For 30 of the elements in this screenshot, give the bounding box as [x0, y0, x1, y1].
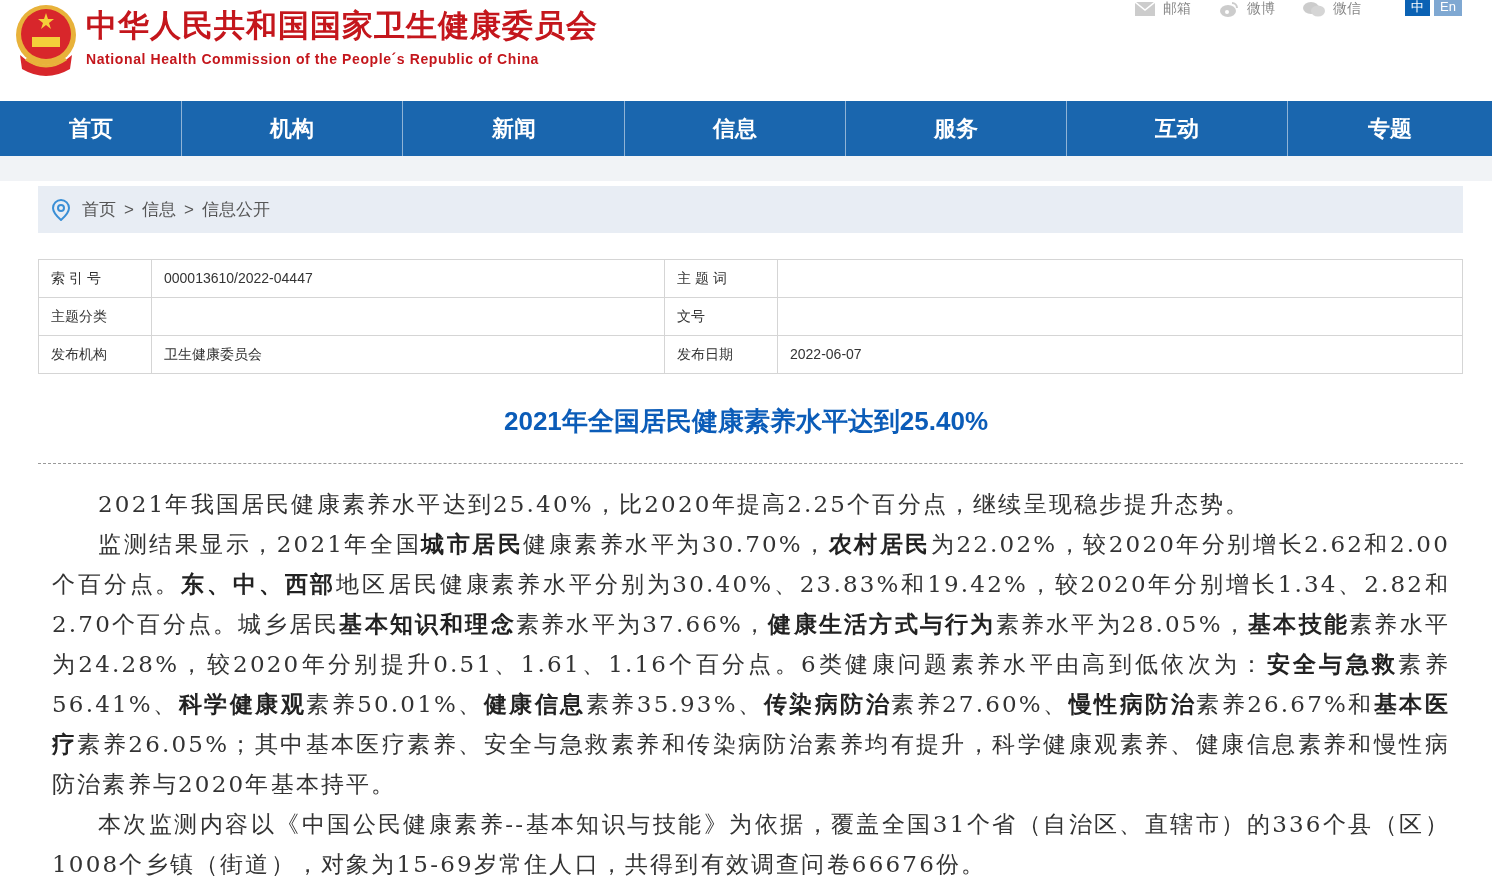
top-link[interactable]: 微博 — [1219, 0, 1276, 19]
envelope-icon — [1135, 2, 1156, 17]
breadcrumb-link[interactable]: 信息公开 — [201, 196, 270, 223]
nav-item[interactable]: 专题 — [1288, 101, 1492, 156]
article-title: 2021年全国居民健康素养水平达到25.40% — [503, 405, 989, 438]
breadcrumb-separator: > — [124, 198, 134, 221]
location-pin-icon — [52, 199, 70, 222]
site-subtitle: National Health Commission of the People´s Republic of China — [86, 50, 540, 69]
top-link[interactable]: 邮箱 — [1135, 0, 1192, 19]
table-cell: 主 题 词 — [664, 259, 778, 298]
breadcrumb-link[interactable]: 信息 — [141, 196, 176, 223]
table-cell: 主题分类 — [38, 297, 152, 336]
table-cell: 发布机构 — [38, 335, 152, 374]
table-cell: 发布日期 — [664, 335, 778, 374]
site-title: 中华人民共和国国家卫生健康委员会 — [86, 10, 598, 41]
article-paragraph: 监测结果显示，2021年全国城市居民健康素养水平为30.70%，农村居民为22.02%，较2020年分别增长2.62和2.00个百分点。东、中、西部地区居民健康素养水平分别为30.40%、23.83%和19.42%，较2020年分别增长1.34、2.82和2.70个百分点。城乡居民基本知识和理念素养水平为37.66%，健康生活方式与行为素养水平为28.05%，基本技能素养水平为24.28%，较2020年分别提升0.51、1.61、1.16个百分点。6类健康问题素养水平由高到低依次为：安全与急救素养56.41%、科学健康观素养50.01%、健康信息素养35.93%、传染病防治素养27.60%、慢性病防治素养26.67%和基本医疗素养26.05%；其中基本医疗素养、安全与急救素养和传染病防治素养均有提升，科学健康观素养、健康信息素养和慢性病防治素养与2020年基本持平。 — [52, 529, 1450, 799]
weibo-icon — [1219, 1, 1240, 18]
language-button[interactable]: 中 — [1405, 0, 1431, 16]
breadcrumb-link[interactable]: 首页 — [82, 196, 116, 223]
top-link[interactable]: 微信 — [1303, 0, 1362, 19]
table-cell: 索 引 号 — [38, 259, 152, 298]
table-cell: 000013610/2022-04447 — [151, 259, 665, 298]
national-emblem-icon — [14, 3, 78, 77]
breadcrumb-separator: > — [183, 198, 194, 221]
table-cell: 卫生健康委员会 — [151, 335, 665, 374]
chat-bubbles-icon — [1303, 1, 1326, 18]
table-cell: 2022-06-07 — [777, 335, 1463, 374]
article-paragraph: 2021年我国居民健康素养水平达到25.40%，比2020年提高2.25个百分点，继续呈现稳步提升态势。 — [97, 490, 1252, 519]
article-paragraph: 本次监测内容以《中国公民健康素养--基本知识与技能》为依据，覆盖全国31个省（自治区、直辖市）的336个县（区）1008个乡镇（街道），对象为15-69岁常住人口，共得到有效调查问卷66676份。 — [52, 810, 1450, 879]
table-cell: 文号 — [664, 297, 778, 336]
